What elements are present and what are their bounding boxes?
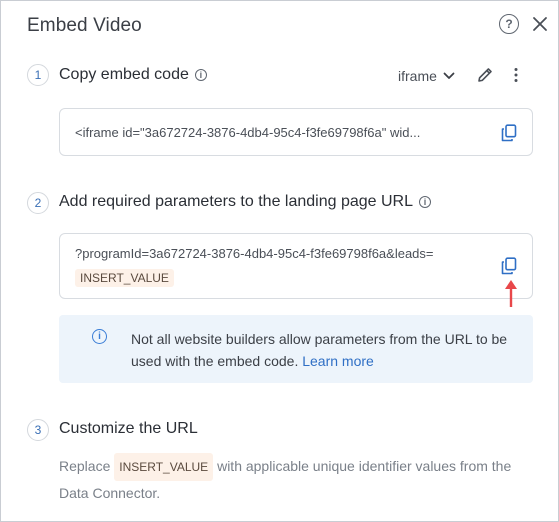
embed-type-select[interactable]: iframe bbox=[398, 66, 455, 86]
info-icon[interactable]: i bbox=[419, 196, 431, 208]
insert-value-chip: INSERT_VALUE bbox=[114, 453, 214, 481]
step-2-title-text: Add required parameters to the landing p… bbox=[59, 193, 413, 210]
learn-more-link[interactable]: Learn more bbox=[302, 353, 374, 369]
copy-icon[interactable] bbox=[501, 124, 517, 142]
more-vertical-icon[interactable] bbox=[507, 66, 525, 84]
embed-type-value: iframe bbox=[398, 68, 437, 84]
copy-icon[interactable] bbox=[501, 257, 517, 275]
landing-url-box: ?programId=3a672724-3876-4db4-95c4-f3fe6… bbox=[59, 233, 533, 299]
step-1-title-text: Copy embed code bbox=[59, 66, 189, 83]
insert-value-chip: INSERT_VALUE bbox=[75, 269, 174, 287]
banner-text: Not all website builders allow parameter… bbox=[131, 328, 511, 372]
step-2-number: 2 bbox=[27, 192, 49, 214]
chevron-down-icon bbox=[443, 72, 455, 79]
embed-video-dialog: Embed Video ? 1 Copy embed code i iframe… bbox=[0, 0, 559, 522]
pencil-icon[interactable] bbox=[476, 66, 494, 84]
step-1-number: 1 bbox=[27, 64, 49, 86]
step-3-number: 3 bbox=[27, 419, 49, 441]
landing-url-text: ?programId=3a672724-3876-4db4-95c4-f3fe6… bbox=[75, 246, 434, 261]
embed-code-text: <iframe id="3a672724-3876-4db4-95c4-f3fe… bbox=[75, 125, 421, 140]
info-banner: i Not all website builders allow paramet… bbox=[59, 315, 533, 383]
step-3-title: Customize the URL bbox=[59, 420, 198, 438]
info-icon: i bbox=[92, 329, 107, 344]
step-3-description: Replace INSERT_VALUE with applicable uni… bbox=[59, 453, 539, 505]
info-icon[interactable]: i bbox=[194, 69, 207, 81]
url-value-chip-wrap: INSERT_VALUE bbox=[75, 269, 174, 287]
step-1-title: Copy embed code i bbox=[59, 66, 207, 84]
step-3-title-text: Customize the URL bbox=[59, 420, 198, 437]
dialog-title: Embed Video bbox=[27, 15, 142, 36]
step-3-desc-prefix: Replace bbox=[59, 458, 111, 474]
embed-code-box: <iframe id="3a672724-3876-4db4-95c4-f3fe… bbox=[59, 108, 533, 156]
step-2-title: Add required parameters to the landing p… bbox=[59, 193, 431, 211]
arrow-up-annotation-icon bbox=[505, 280, 517, 307]
help-icon[interactable]: ? bbox=[499, 14, 519, 34]
close-icon[interactable] bbox=[530, 14, 550, 34]
